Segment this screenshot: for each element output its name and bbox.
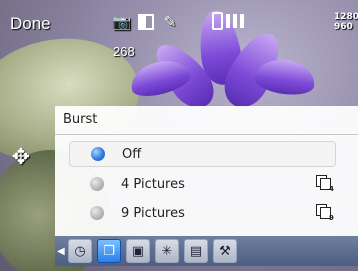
burst-menu-panel: Burst Off 4 Pictures 4 9 Pictures 9 bbox=[55, 106, 358, 236]
memory-bar-icon bbox=[226, 14, 230, 28]
burst-option-9-pictures[interactable]: 9 Pictures 9 bbox=[69, 201, 334, 225]
burst-option-label: 4 Pictures bbox=[121, 176, 185, 192]
settings-tools-icon[interactable]: ⚒ bbox=[213, 239, 237, 263]
burst-4-icon: 4 bbox=[316, 175, 334, 193]
resolution-height: 960 bbox=[334, 22, 353, 32]
frame-icon[interactable]: ▣ bbox=[126, 239, 150, 263]
done-button[interactable]: Done bbox=[10, 14, 51, 34]
radio-unselected-icon[interactable] bbox=[90, 206, 104, 220]
effects-icon[interactable]: ✳ bbox=[155, 239, 179, 263]
camera-status-icons: 📷 ✎ bbox=[112, 12, 180, 32]
burst-option-label: Off bbox=[122, 146, 142, 162]
memory-bar-icon bbox=[233, 14, 237, 28]
scroll-left-icon[interactable]: ◀ bbox=[57, 246, 65, 257]
resolution-indicator: 1280 960 bbox=[334, 12, 358, 32]
self-timer-icon[interactable]: ◷ bbox=[68, 239, 92, 263]
shots-remaining: 268 bbox=[113, 44, 135, 59]
storage-indicator bbox=[212, 12, 244, 30]
camera-screen: Done 268 📷 ✎ 1280 960 ✥ Burst Off 4 Pict… bbox=[0, 0, 358, 271]
resolution-width: 1280 bbox=[334, 12, 358, 22]
burst-option-4-pictures[interactable]: 4 Pictures 4 bbox=[69, 172, 334, 196]
camera-icon: 📷 bbox=[112, 13, 132, 31]
exposure-icon bbox=[136, 12, 156, 32]
navigation-pad-icon[interactable]: ✥ bbox=[8, 145, 34, 171]
phone-memory-icon bbox=[212, 12, 223, 30]
radio-selected-icon[interactable] bbox=[91, 147, 105, 161]
burst-option-label: 9 Pictures bbox=[121, 205, 185, 221]
camera-toolbar: ◀ ◷ ❐ ▣ ✳ ▤ ⚒ bbox=[55, 236, 358, 266]
burst-9-icon: 9 bbox=[316, 204, 334, 222]
radio-unselected-icon[interactable] bbox=[90, 177, 104, 191]
burst-menu-title: Burst bbox=[63, 112, 98, 127]
burst-mode-icon[interactable]: ❐ bbox=[97, 239, 121, 263]
divider bbox=[55, 134, 358, 135]
memory-bar-icon bbox=[240, 14, 244, 28]
scene-icon[interactable]: ▤ bbox=[184, 239, 208, 263]
edit-icon: ✎ bbox=[163, 13, 177, 31]
burst-option-off[interactable]: Off bbox=[69, 141, 336, 167]
